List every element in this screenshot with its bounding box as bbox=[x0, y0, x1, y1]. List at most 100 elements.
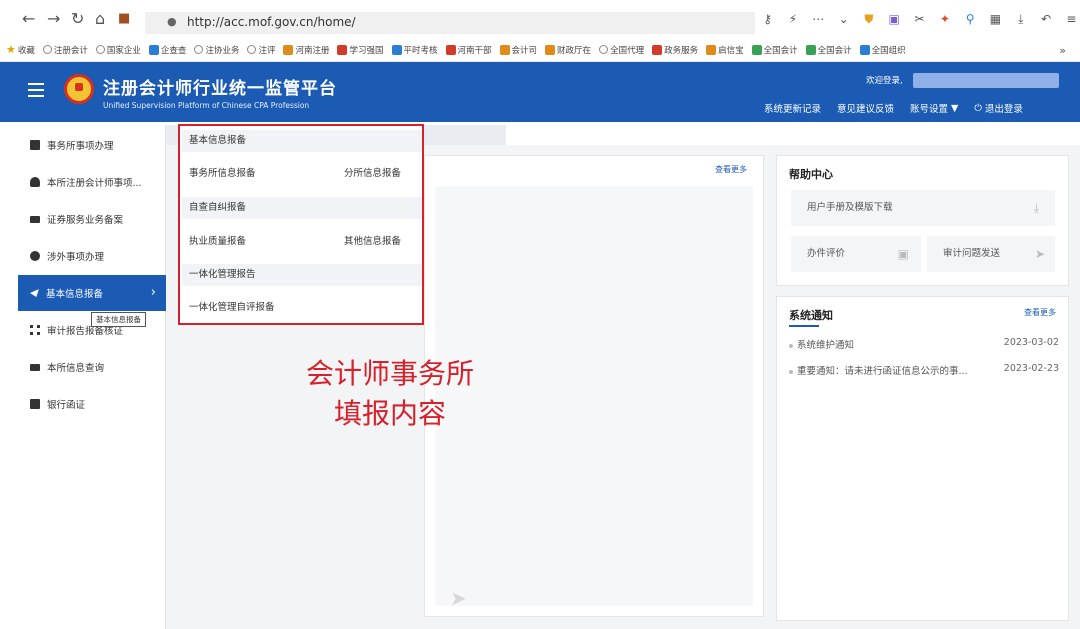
sidebar-item-firm-query[interactable]: 本所信息查询 bbox=[18, 349, 166, 385]
annotation-line: 填报内容 bbox=[333, 397, 446, 430]
browser-address-bar: ← → ↻ ⌂ ■ ● http://acc.mof.gov.cn/home/ … bbox=[0, 0, 1080, 38]
bookmark-item[interactable]: 企查查 bbox=[148, 44, 186, 56]
annotation-line: 会计师事务所 bbox=[305, 357, 474, 390]
evaluation-button[interactable]: 办件评价 ▣ bbox=[791, 236, 921, 272]
menu-icon[interactable]: ≡ bbox=[1063, 12, 1080, 26]
submenu-link-quality-report[interactable]: 执业质量报备 bbox=[189, 233, 246, 247]
back-icon[interactable]: ← bbox=[22, 10, 35, 28]
bookmark-item[interactable]: 全国组织 bbox=[859, 44, 906, 56]
forward-icon[interactable]: → bbox=[47, 10, 60, 28]
bookmark-item[interactable]: 河南干部 bbox=[445, 44, 492, 56]
sidebar-item-firm-affairs[interactable]: 事务所事项办理 bbox=[18, 127, 166, 163]
bookmark-item[interactable]: 全国代理 bbox=[599, 44, 644, 56]
apps-grid-icon[interactable]: ▦ bbox=[987, 12, 1004, 26]
bookmark-item[interactable]: 注评 bbox=[247, 44, 275, 56]
site-icon bbox=[859, 44, 870, 55]
bookmark-label: 注评 bbox=[258, 45, 276, 56]
site-icon bbox=[283, 44, 294, 55]
bookmark-label: 财政厅在 bbox=[557, 45, 592, 56]
bookmark-item[interactable]: ★ 收藏 bbox=[6, 43, 35, 56]
bookmark-label: 政务服务 bbox=[664, 45, 699, 56]
site-icon bbox=[391, 44, 402, 55]
bookmark-item[interactable]: 河南注册 bbox=[283, 44, 329, 56]
sidebar: 事务所事项办理 本所注册会计师事项... 证券服务业务备案 涉外事项办理 基本信… bbox=[18, 125, 166, 629]
briefcase-icon[interactable]: ■ bbox=[118, 10, 130, 28]
game-icon[interactable]: ✦ bbox=[936, 12, 953, 26]
key-icon[interactable]: ⚷ bbox=[759, 12, 776, 26]
sidebar-item-bank-confirmation[interactable]: 银行函证 bbox=[18, 386, 166, 422]
sidebar-item-label: 本所信息查询 bbox=[47, 363, 105, 374]
bookmark-label: 收藏 bbox=[17, 45, 35, 56]
extension-icon[interactable]: ▣ bbox=[886, 12, 903, 26]
sidebar-item-securities-filing[interactable]: 证券服务业务备案 bbox=[18, 201, 166, 237]
manual-download-button[interactable]: 用户手册及模版下载 ⤓ bbox=[791, 190, 1055, 226]
bookmarks-bar: ★ 收藏 注册会计 国家企业 企查查 注协业务 注评 河南注册 学习强国 平时考核… bbox=[0, 38, 1080, 62]
bookmark-label: 平时考核 bbox=[403, 45, 438, 56]
audit-issue-button[interactable]: 审计问题发送 ➤ bbox=[927, 236, 1055, 272]
manual-download-label: 用户手册及模版下载 bbox=[807, 202, 893, 213]
bookmark-item[interactable]: 全国会计 bbox=[751, 44, 798, 56]
notice-item[interactable]: 系统维护通知 2023-03-02 bbox=[789, 337, 1059, 353]
notice-item[interactable]: 重要通知：请未进行函证信息公示的事... 2023-02-23 bbox=[789, 363, 1059, 379]
submenu-link-firm-info[interactable]: 事务所信息报备 bbox=[189, 165, 256, 179]
update-log-link[interactable]: 系统更新记录 bbox=[764, 100, 821, 116]
bookmark-label: 会计司 bbox=[511, 45, 538, 56]
account-settings-label: 账号设置 bbox=[910, 104, 949, 115]
system-notice-card: 系统通知 查看更多 系统维护通知 2023-03-02 重要通知：请未进行函证信… bbox=[776, 296, 1069, 621]
site-info-icon[interactable]: ● bbox=[167, 16, 179, 28]
url-text: http://acc.mof.gov.cn/home/ bbox=[187, 15, 356, 29]
chevron-down-icon[interactable]: ⌄ bbox=[835, 12, 852, 26]
download-icon[interactable]: ⤓ bbox=[1012, 12, 1029, 27]
bookmark-item[interactable]: 会计司 bbox=[499, 44, 538, 56]
scissors-icon[interactable]: ✂ bbox=[911, 12, 928, 26]
shield-icon[interactable]: ⛊ bbox=[860, 12, 877, 27]
bookmark-label: 全国组织 bbox=[871, 45, 906, 56]
notice-text: 系统维护通知 bbox=[797, 340, 855, 351]
sidebar-item-label: 涉外事项办理 bbox=[47, 252, 105, 263]
bookmark-item[interactable]: 学习强国 bbox=[337, 44, 384, 56]
more-icon[interactable]: ⋯ bbox=[810, 12, 827, 26]
sidebar-item-label: 事务所事项办理 bbox=[47, 141, 114, 152]
reload-icon[interactable]: ↻ bbox=[71, 10, 84, 28]
globe-icon bbox=[599, 45, 609, 54]
submenu-link-other-info[interactable]: 其他信息报备 bbox=[344, 233, 401, 247]
sidebar-item-foreign-affairs[interactable]: 涉外事项办理 bbox=[18, 238, 166, 274]
main-view-more-link[interactable]: 查看更多 bbox=[715, 164, 747, 175]
send-icon bbox=[30, 289, 39, 297]
site-icon bbox=[652, 44, 663, 55]
notice-title: 系统通知 bbox=[789, 309, 833, 322]
download-icon: ⤓ bbox=[1033, 201, 1039, 215]
account-settings-menu[interactable]: 账号设置 ▼ bbox=[910, 100, 958, 116]
globe-icon bbox=[42, 45, 52, 54]
url-input[interactable]: ● http://acc.mof.gov.cn/home/ bbox=[145, 12, 755, 34]
bookmark-item[interactable]: 政务服务 bbox=[652, 44, 698, 56]
feedback-link[interactable]: 意见建议反馈 bbox=[837, 100, 894, 116]
bookmarks-overflow-icon[interactable]: » bbox=[1059, 44, 1066, 57]
sidebar-item-basic-info[interactable]: 基本信息报备 › bbox=[18, 275, 166, 311]
logout-button[interactable]: ⏻ 退出登录 bbox=[974, 100, 1023, 116]
notice-view-more-link[interactable]: 查看更多 bbox=[1024, 307, 1056, 318]
bookmark-item[interactable]: 注协业务 bbox=[194, 44, 239, 56]
sidebar-item-label: 基本信息报备 bbox=[46, 289, 104, 300]
hamburger-menu-icon[interactable] bbox=[28, 83, 44, 97]
bookmark-item[interactable]: 全国会计 bbox=[805, 44, 852, 56]
submenu-group-title: 基本信息报备 bbox=[182, 130, 422, 152]
search-icon[interactable]: ⚲ bbox=[962, 12, 979, 26]
evaluation-icon: ▣ bbox=[897, 247, 909, 261]
sidebar-item-cpa-affairs[interactable]: 本所注册会计师事项... bbox=[18, 164, 166, 200]
bookmark-item[interactable]: 注册会计 bbox=[42, 44, 88, 56]
bullet-icon bbox=[789, 343, 793, 348]
bookmark-item[interactable]: 财政厅在 bbox=[545, 44, 591, 56]
chevron-right-icon: › bbox=[150, 285, 156, 300]
bookmark-item[interactable]: 启信宝 bbox=[706, 44, 744, 56]
submenu-link-branch-info[interactable]: 分所信息报备 bbox=[344, 165, 401, 179]
submenu-link-integrated-self-eval[interactable]: 一体化管理自评报备 bbox=[189, 299, 275, 313]
header-links: 系统更新记录 意见建议反馈 账号设置 ▼ ⏻ 退出登录 bbox=[764, 100, 1023, 116]
monitor-icon bbox=[30, 363, 40, 371]
lightning-icon[interactable]: ⚡ bbox=[784, 12, 801, 26]
bookmark-item[interactable]: 国家企业 bbox=[95, 44, 141, 56]
undo-icon[interactable]: ↶ bbox=[1037, 12, 1054, 26]
home-icon[interactable]: ⌂ bbox=[95, 10, 105, 28]
bookmark-item[interactable]: 平时考核 bbox=[391, 44, 438, 56]
basic-info-submenu: 基本信息报备 事务所信息报备 分所信息报备 自查自纠报备 执业质量报备 其他信息… bbox=[178, 124, 424, 325]
